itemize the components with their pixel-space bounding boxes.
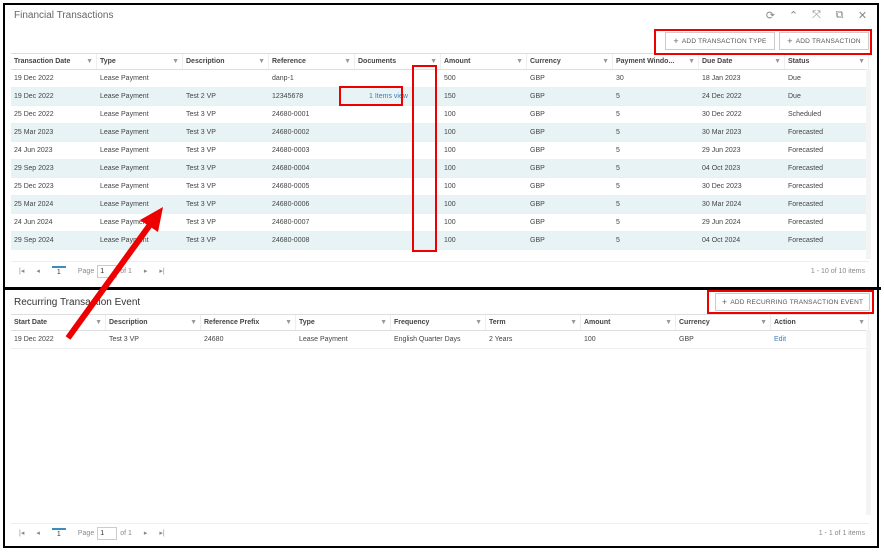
annotation-arrow <box>65 207 163 340</box>
